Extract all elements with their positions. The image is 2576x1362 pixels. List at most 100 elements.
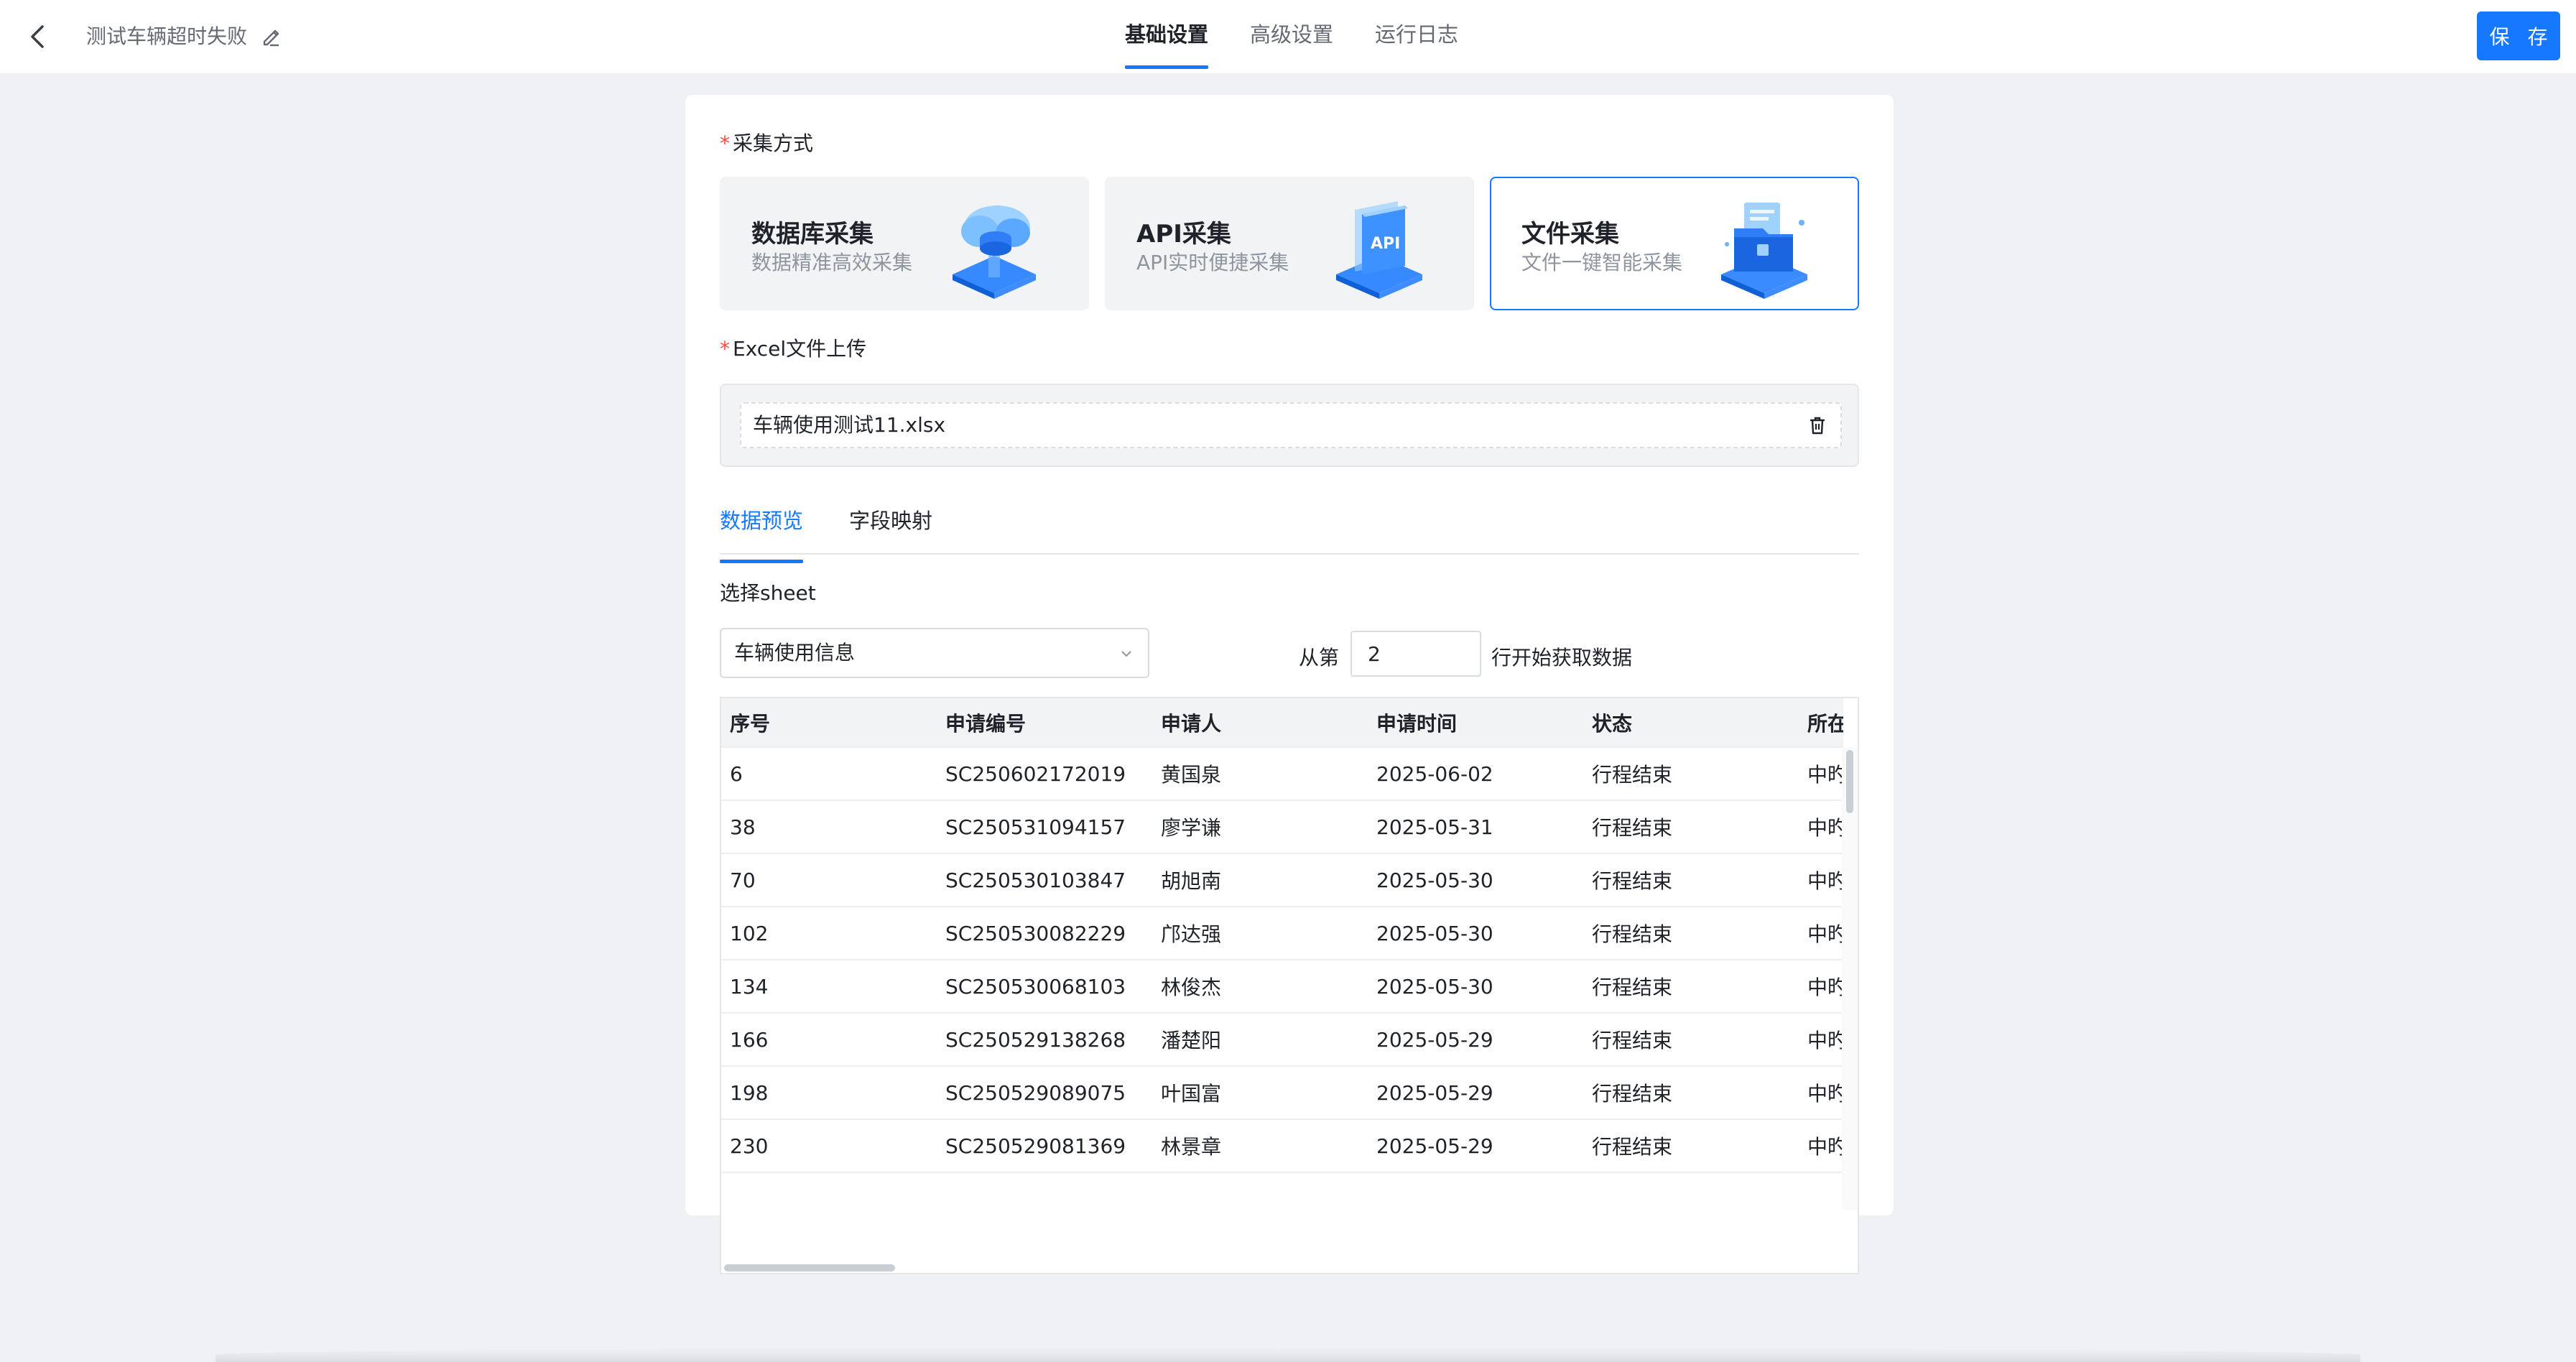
horizontal-scroll-thumb[interactable] bbox=[724, 1264, 895, 1271]
method-title: 数据库采集 bbox=[751, 220, 874, 249]
col-header: 申请时间 bbox=[1368, 698, 1583, 748]
table-cell: 2025-05-30 bbox=[1368, 907, 1583, 960]
table-cell: 行程结束 bbox=[1583, 1119, 1799, 1173]
vertical-scrollbar[interactable] bbox=[1842, 747, 1858, 1210]
table-cell: SC250530068103 bbox=[937, 960, 1152, 1014]
table-cell: 102 bbox=[721, 907, 937, 960]
col-header: 所在组 bbox=[1799, 698, 1843, 748]
table-cell: 叶国富 bbox=[1152, 1066, 1368, 1120]
start-row-suffix: 行开始获取数据 bbox=[1491, 646, 1633, 670]
preview-tabs: 数据预览 字段映射 bbox=[720, 497, 1859, 563]
table-cell: 中旳 bbox=[1799, 1066, 1843, 1120]
table-row[interactable]: 166SC250529138268潘楚阳2025-05-29行程结束中旳 bbox=[721, 1013, 1843, 1067]
table-row[interactable]: 230SC250529081369林景章2025-05-29行程结束中旳 bbox=[721, 1119, 1843, 1173]
table-row[interactable]: 70SC250530103847胡旭南2025-05-30行程结束中旳 bbox=[721, 853, 1843, 907]
table-cell: SC250531094157 bbox=[937, 800, 1152, 854]
uploaded-file-item: 车辆使用测试11.xlsx bbox=[740, 402, 1842, 448]
table-cell: 2025-05-30 bbox=[1368, 960, 1583, 1014]
required-mark: * bbox=[720, 131, 730, 155]
method-card-api[interactable]: API采集 API实时便捷采集 API bbox=[1105, 177, 1474, 310]
table-row[interactable]: 102SC250530082229邝达强2025-05-30行程结束中旳 bbox=[721, 907, 1843, 960]
table-cell: 2025-05-31 bbox=[1368, 800, 1583, 854]
table-cell: 134 bbox=[721, 960, 937, 1014]
method-title: 文件采集 bbox=[1521, 220, 1619, 249]
table-cell: 230 bbox=[721, 1119, 937, 1173]
table-scroll-area[interactable]: 序号 申请编号 申请人 申请时间 状态 所在组 6SC250602172019黄… bbox=[721, 698, 1843, 1273]
sheet-label: 选择sheet bbox=[720, 581, 816, 605]
save-button[interactable]: 保 存 bbox=[2477, 11, 2560, 60]
table-cell: SC250530103847 bbox=[937, 853, 1152, 907]
table-cell: 中旳 bbox=[1799, 747, 1843, 801]
method-card-database[interactable]: 数据库采集 数据精准高效采集 bbox=[720, 177, 1089, 310]
table-cell: 邝达强 bbox=[1152, 907, 1368, 960]
table-cell: 70 bbox=[721, 853, 937, 907]
table-row[interactable]: 6SC250602172019黄国泉2025-06-02行程结束中旳 bbox=[721, 747, 1843, 801]
table-cell: 廖学谦 bbox=[1152, 800, 1368, 854]
top-tabs: 基础设置 高级设置 运行日志 bbox=[1125, 0, 1500, 73]
tab-run-log[interactable]: 运行日志 bbox=[1375, 0, 1458, 69]
table-cell: 行程结束 bbox=[1583, 800, 1799, 854]
table-cell: 中旳 bbox=[1799, 800, 1843, 854]
method-card-file[interactable]: 文件采集 文件一键智能采集 bbox=[1490, 177, 1859, 310]
back-arrow-icon[interactable] bbox=[23, 22, 52, 52]
table-cell: 行程结束 bbox=[1583, 907, 1799, 960]
trash-icon[interactable] bbox=[1807, 415, 1827, 435]
table-cell: SC250529081369 bbox=[937, 1119, 1152, 1173]
table-header-row: 序号 申请编号 申请人 申请时间 状态 所在组 bbox=[721, 698, 1843, 748]
config-panel: * 采集方式 数据库采集 数据精准高效采集 API采集 API实时便捷采集 AP… bbox=[685, 95, 1894, 1274]
method-label: * 采集方式 bbox=[720, 131, 814, 155]
sheet-select[interactable]: 车辆使用信息 bbox=[720, 628, 1149, 678]
sheet-select-value: 车辆使用信息 bbox=[734, 641, 856, 664]
upload-label: * Excel文件上传 bbox=[720, 337, 867, 361]
col-header: 申请编号 bbox=[937, 698, 1152, 748]
method-subtitle: 数据精准高效采集 bbox=[751, 251, 913, 274]
file-upload-area[interactable]: 车辆使用测试11.xlsx bbox=[720, 384, 1859, 467]
start-row-prefix: 从第 bbox=[1299, 646, 1340, 670]
table-cell: 行程结束 bbox=[1583, 853, 1799, 907]
table-cell: 2025-05-30 bbox=[1368, 853, 1583, 907]
table-cell: SC250530082229 bbox=[937, 907, 1152, 960]
tab-field-mapping[interactable]: 字段映射 bbox=[849, 497, 932, 553]
table-cell: 2025-06-02 bbox=[1368, 747, 1583, 801]
edit-pencil-icon[interactable] bbox=[260, 26, 282, 47]
table-cell: 中旳 bbox=[1799, 960, 1843, 1014]
method-subtitle: API实时便捷采集 bbox=[1136, 251, 1289, 274]
vertical-scroll-thumb[interactable] bbox=[1846, 750, 1853, 813]
tab-data-preview[interactable]: 数据预览 bbox=[720, 497, 804, 563]
tab-basic-settings[interactable]: 基础设置 bbox=[1125, 0, 1209, 69]
table-cell: 6 bbox=[721, 747, 937, 801]
table-cell: 林景章 bbox=[1152, 1119, 1368, 1173]
table-cell: 行程结束 bbox=[1583, 960, 1799, 1014]
table-cell: 行程结束 bbox=[1583, 1066, 1799, 1120]
method-subtitle: 文件一键智能采集 bbox=[1521, 251, 1683, 274]
database-cloud-icon bbox=[953, 205, 1036, 299]
table-cell: 黄国泉 bbox=[1152, 747, 1368, 801]
table-cell: 中旳 bbox=[1799, 853, 1843, 907]
tab-advanced-settings[interactable]: 高级设置 bbox=[1250, 0, 1333, 69]
method-title: API采集 bbox=[1136, 220, 1231, 249]
table-row[interactable]: 134SC250530068103林俊杰2025-05-30行程结束中旳 bbox=[721, 960, 1843, 1014]
table-row[interactable]: 38SC250531094157廖学谦2025-05-31行程结束中旳 bbox=[721, 800, 1843, 854]
bottom-shadow bbox=[216, 1348, 2360, 1362]
table-cell: 38 bbox=[721, 800, 937, 854]
table-cell: 2025-05-29 bbox=[1368, 1119, 1583, 1173]
chevron-down-icon bbox=[1121, 651, 1131, 657]
table-cell: 胡旭南 bbox=[1152, 853, 1368, 907]
table-cell: 166 bbox=[721, 1013, 937, 1067]
table-row[interactable]: 198SC250529089075叶国富2025-05-29行程结束中旳 bbox=[721, 1066, 1843, 1120]
table-cell: 中旳 bbox=[1799, 1013, 1843, 1067]
table-cell: SC250602172019 bbox=[937, 747, 1152, 801]
table-cell: SC250529138268 bbox=[937, 1013, 1152, 1067]
col-header: 状态 bbox=[1583, 698, 1799, 748]
svg-text:API: API bbox=[1371, 235, 1400, 253]
col-header: 序号 bbox=[721, 698, 937, 748]
file-folder-icon bbox=[1721, 203, 1807, 299]
start-row-input[interactable] bbox=[1350, 631, 1481, 677]
table-cell: SC250529089075 bbox=[937, 1066, 1152, 1120]
table-cell: 中旳 bbox=[1799, 1119, 1843, 1173]
table-cell: 行程结束 bbox=[1583, 747, 1799, 801]
col-header: 申请人 bbox=[1152, 698, 1368, 748]
table-cell: 中旳 bbox=[1799, 907, 1843, 960]
table-cell: 潘楚阳 bbox=[1152, 1013, 1368, 1067]
task-title: 测试车辆超时失败 bbox=[86, 24, 248, 48]
